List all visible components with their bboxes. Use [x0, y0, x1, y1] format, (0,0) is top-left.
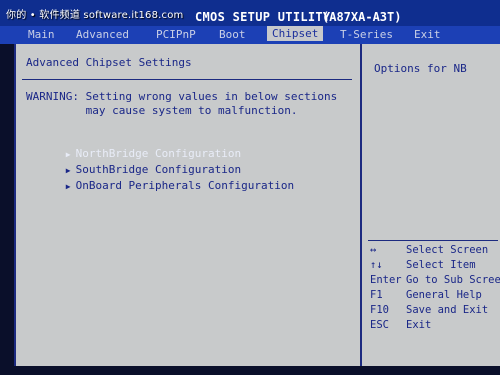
key-hint-exit: ESC Exit [370, 319, 431, 331]
option-onboard-peripherals[interactable]: ▶ OnBoard Peripherals Configuration [26, 166, 294, 205]
key-esc: ESC [370, 319, 389, 331]
left-right-arrow-icon: ↔ [370, 244, 377, 256]
menu-advanced[interactable]: Advanced [76, 28, 129, 41]
board-model: (A87XA-A3T) [322, 10, 402, 24]
menu-main[interactable]: Main [28, 28, 55, 41]
top-menu-bar: Main Advanced PCIPnP Boot Chipset T-Seri… [0, 26, 500, 44]
key-hint-save-exit: F10 Save and Exit [370, 304, 488, 316]
key-enter: Enter [370, 274, 402, 286]
settings-pane: Advanced Chipset Settings WARNING: Setti… [16, 44, 362, 366]
menu-pcipnp[interactable]: PCIPnP [156, 28, 196, 41]
help-pane: Options for NB ↔ Select Screen ↑↓ Select I… [362, 44, 500, 366]
key-f1: F1 [370, 289, 383, 301]
option-label: OnBoard Peripherals Configuration [75, 179, 295, 192]
warning-line-1: WARNING: Setting wrong values in below s… [26, 90, 338, 103]
key-action: Select Screen [406, 244, 489, 256]
key-action: General Help [406, 289, 482, 301]
bottom-edge [0, 366, 500, 375]
key-hint-general-help: F1 General Help [370, 289, 482, 301]
menu-chipset[interactable]: Chipset [267, 26, 324, 41]
key-action: Save and Exit [406, 304, 489, 316]
warning-line-2: may cause system to malfunction. [26, 104, 298, 117]
menu-t-series[interactable]: T-Series [340, 28, 393, 41]
utility-title: CMOS SETUP UTILITY [195, 10, 331, 24]
up-down-arrow-icon: ↑↓ [370, 259, 383, 271]
settings-panel: Advanced Chipset Settings WARNING: Setti… [14, 44, 500, 366]
menu-exit[interactable]: Exit [414, 28, 441, 41]
key-action: Exit [406, 319, 432, 331]
section-divider [22, 79, 352, 80]
help-divider [368, 240, 498, 241]
help-title: Options for NB [374, 62, 467, 75]
key-action: Go to Sub Screen [406, 274, 500, 286]
key-hint-select-screen: ↔ Select Screen [370, 244, 488, 256]
menu-boot[interactable]: Boot [219, 28, 246, 41]
key-action: Select Item [406, 259, 476, 271]
key-f10: F10 [370, 304, 389, 316]
watermark-text: 你的 • 软件频道 software.it168.com [6, 10, 184, 21]
key-hint-sub-screen: Enter Go to Sub Screen [370, 274, 500, 286]
section-title: Advanced Chipset Settings [26, 56, 192, 69]
submenu-arrow-icon: ▶ [65, 182, 71, 191]
key-hint-select-item: ↑↓ Select Item [370, 259, 476, 271]
